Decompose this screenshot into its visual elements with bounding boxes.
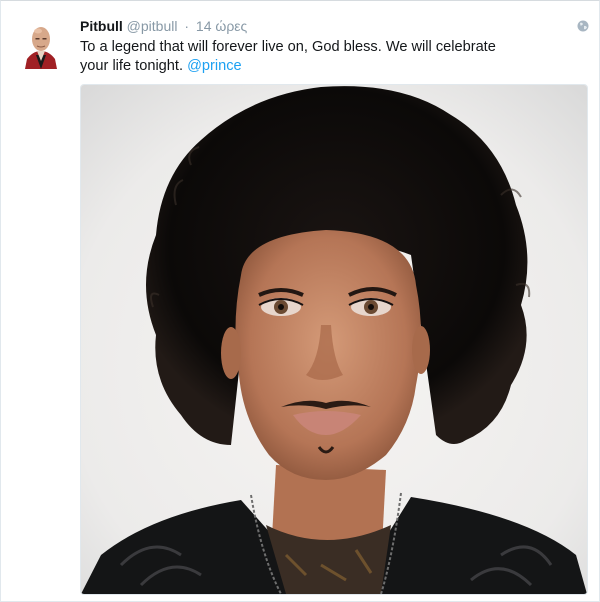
tweet-body: To a legend that will forever live on, G…: [80, 39, 496, 74]
tweet-card[interactable]: Pitbull @pitbull · 14 ώρες To a legend t…: [0, 0, 600, 602]
tweet-photo[interactable]: [80, 84, 588, 595]
user-avatar[interactable]: [23, 21, 59, 69]
avatar-image: [23, 21, 59, 69]
tweet-header: Pitbull @pitbull · 14 ώρες: [80, 17, 247, 35]
mention-link[interactable]: @prince: [187, 58, 242, 74]
display-name[interactable]: Pitbull: [80, 18, 123, 34]
username-handle[interactable]: @pitbull: [127, 18, 178, 34]
tweet-text: To a legend that will forever live on, G…: [80, 38, 510, 76]
timestamp-link[interactable]: 14 ώρες: [196, 18, 247, 34]
globe-icon: [577, 20, 589, 32]
photo-image: [81, 85, 587, 594]
separator-dot: ·: [184, 18, 190, 34]
